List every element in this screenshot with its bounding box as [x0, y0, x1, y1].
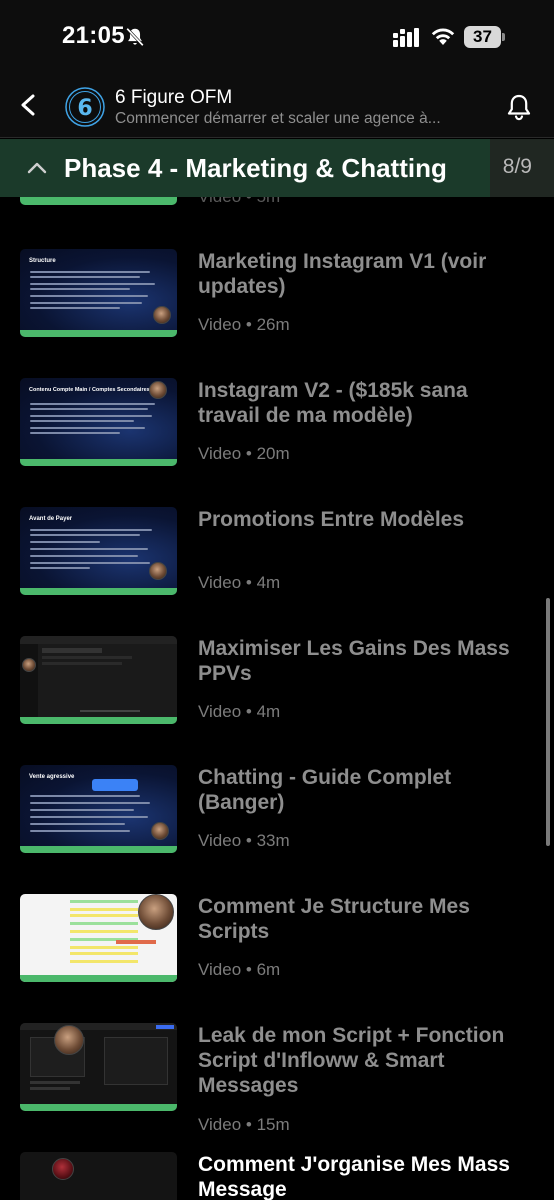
status-bar: 21:05 37: [0, 0, 554, 70]
video-thumbnail[interactable]: Structure: [20, 249, 177, 337]
thumbnail-heading: Vente agressive: [29, 774, 75, 780]
video-thumbnail[interactable]: Vente agressive: [20, 765, 177, 853]
presenter-avatar: [52, 1158, 74, 1180]
thumbnail-heading: Structure: [29, 258, 56, 264]
presenter-avatar: [138, 894, 174, 930]
back-arrow-icon[interactable]: [14, 88, 44, 122]
phase-title: Phase 4 - Marketing & Chatting: [64, 153, 447, 183]
list-item[interactable]: Contenu Compte Main / Comptes Secondaire…: [0, 326, 554, 466]
item-title: Leak de mon Script + Fonction Script d'I…: [198, 1024, 505, 1097]
list-item[interactable]: Comment Je Structure Mes Scripts Video •…: [0, 842, 554, 982]
presenter-avatar: [153, 306, 171, 324]
chat-bubble: [92, 779, 138, 791]
item-title: Promotions Entre Modèles: [198, 508, 465, 531]
video-thumbnail[interactable]: [20, 1152, 177, 1200]
list-item[interactable]: Vente agressive Chatting - Guide Complet…: [0, 713, 554, 853]
status-time: 21:05: [62, 22, 125, 49]
logo-text: 6: [77, 96, 92, 121]
lesson-list: Video • 5m Structure Marketing Instagram…: [0, 197, 554, 1200]
video-thumbnail[interactable]: Avant de Payer: [20, 507, 177, 595]
chevron-up-icon[interactable]: [26, 157, 48, 179]
list-item[interactable]: Comment J'organise Mes Mass Message: [0, 1100, 554, 1200]
course-title: 6 Figure OFM: [115, 87, 233, 108]
scroll-indicator[interactable]: [546, 598, 550, 846]
course-logo-icon: 6: [65, 87, 105, 127]
item-title: Marketing Instagram V1 (voir updates): [198, 250, 487, 298]
list-item[interactable]: Avant de Payer Promotions Entre Modèles …: [0, 455, 554, 595]
presenter-avatar: [54, 1025, 84, 1055]
wifi-icon: [431, 28, 455, 45]
item-title: Instagram V2 - ($185k sana travail de ma…: [198, 379, 468, 427]
item-title: Maximiser Les Gains Des Mass PPVs: [198, 637, 510, 685]
presenter-avatar: [149, 381, 167, 399]
item-title: Comment J'organise Mes Mass Message: [198, 1153, 510, 1200]
list-item[interactable]: Maximiser Les Gains Des Mass PPVs Video …: [0, 584, 554, 724]
video-thumbnail[interactable]: Contenu Compte Main / Comptes Secondaire…: [20, 378, 177, 466]
video-thumbnail[interactable]: [20, 1023, 177, 1111]
phase-progress-count: 8/9: [502, 155, 532, 178]
list-item[interactable]: Structure Marketing Instagram V1 (voir u…: [0, 197, 554, 337]
battery-indicator: 37: [464, 26, 506, 48]
video-thumbnail[interactable]: [20, 636, 177, 724]
presenter-avatar: [149, 562, 167, 580]
bell-off-icon: [126, 27, 144, 47]
notification-bell-icon[interactable]: [504, 92, 534, 124]
phase-section-header[interactable]: Phase 4 - Marketing & Chatting 8/9: [0, 139, 554, 197]
cellular-signal-icon: [393, 28, 419, 47]
thumbnail-heading: Avant de Payer: [29, 516, 73, 522]
item-title: Chatting - Guide Complet (Banger): [198, 766, 452, 814]
battery-level: 37: [464, 26, 501, 48]
course-subtitle: Commencer démarrer et scaler une agence …: [115, 110, 441, 127]
app-header: 6 6 Figure OFM Commencer démarrer et sca…: [0, 70, 554, 138]
item-title: Comment Je Structure Mes Scripts: [198, 895, 470, 943]
presenter-avatar: [151, 822, 169, 840]
video-thumbnail[interactable]: [20, 894, 177, 982]
battery-cap: [502, 33, 505, 41]
thumbnail-heading: Contenu Compte Main / Comptes Secondaire…: [29, 387, 150, 393]
presenter-avatar: [22, 658, 36, 672]
